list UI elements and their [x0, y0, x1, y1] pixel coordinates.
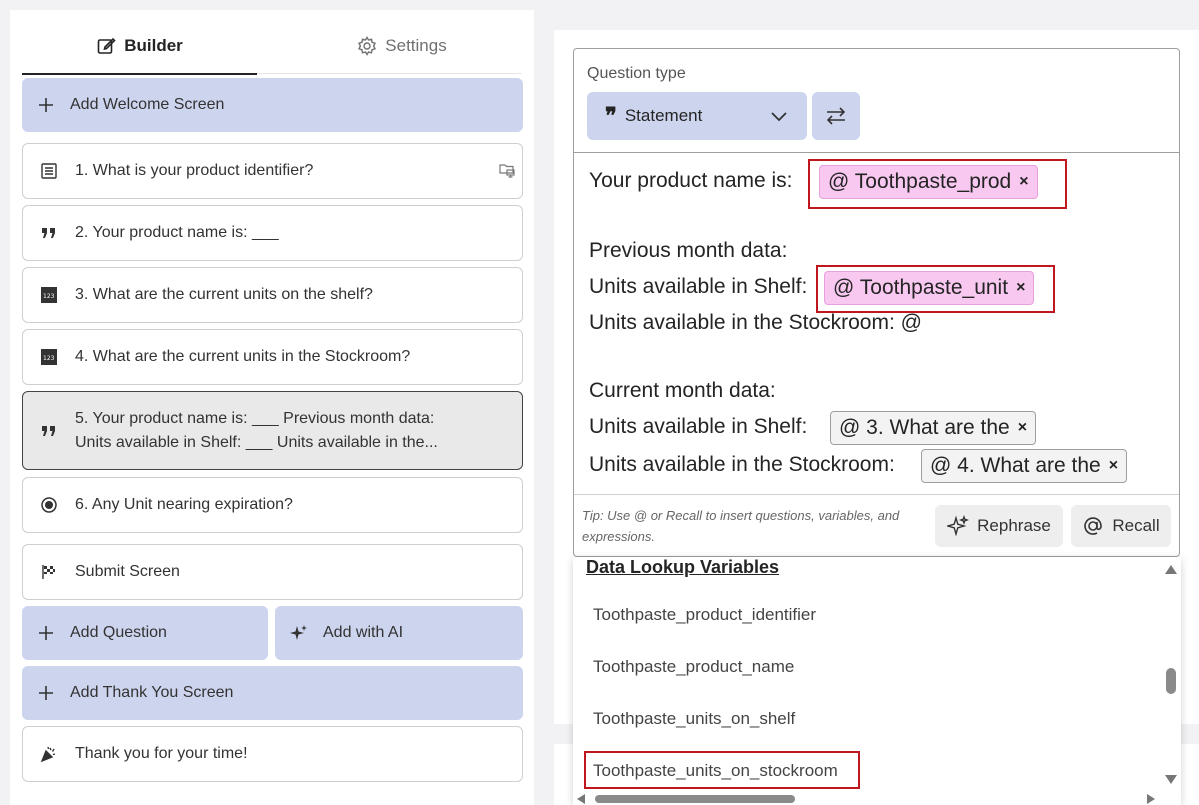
question-item-1[interactable]: 1. What is your product identifier?	[22, 143, 523, 199]
add-with-ai-label: Add with AI	[323, 624, 404, 641]
question-type-value: Statement	[624, 106, 703, 125]
remove-tag-icon[interactable]: ×	[1018, 419, 1027, 437]
thank-you-label: Thank you for your time!	[75, 745, 248, 762]
checkered-flag-icon	[23, 563, 75, 581]
scroll-up-icon[interactable]	[1165, 565, 1177, 574]
sparkle-icon	[275, 624, 323, 642]
text-line: Units available in Shelf:	[589, 415, 808, 438]
add-with-ai-button[interactable]: Add with AI	[275, 606, 523, 660]
question-reference-tag[interactable]: @ 4. What are the ×	[921, 449, 1128, 483]
question-item-3[interactable]: 123 3. What are the current units on the…	[22, 267, 523, 323]
divider	[574, 494, 1179, 495]
submit-screen-item[interactable]: Submit Screen	[22, 544, 523, 600]
text-line: Current month data:	[589, 379, 776, 402]
chevron-down-icon	[771, 112, 787, 122]
plus-icon	[22, 624, 70, 642]
text-line: Units available in the Stockroom:	[589, 453, 895, 476]
question-type-select[interactable]: ❞ Statement	[587, 92, 807, 140]
recall-label: Recall	[1112, 516, 1160, 535]
svg-text:123: 123	[43, 293, 55, 300]
tip-text: Tip: Use @ or Recall to insert questions…	[582, 508, 900, 544]
question-reference-tag[interactable]: @ 3. What are the ×	[830, 411, 1037, 445]
scroll-thumb[interactable]	[1166, 668, 1176, 694]
question-label: 2. Your product name is: ___	[75, 224, 279, 241]
add-thank-you-label: Add Thank You Screen	[70, 684, 234, 701]
highlight-box	[584, 751, 860, 789]
text-line: Your product name is:	[589, 169, 793, 192]
add-question-label: Add Question	[70, 624, 167, 641]
gear-icon	[358, 36, 377, 56]
question-label: 6. Any Unit nearing expiration?	[75, 496, 293, 513]
tab-builder[interactable]: Builder	[22, 18, 257, 75]
at-sign-icon	[1084, 517, 1103, 535]
dropdown-item[interactable]: Toothpaste_units_on_shelf	[593, 709, 795, 729]
rephrase-button[interactable]: Rephrase	[935, 505, 1063, 547]
radio-icon	[23, 496, 75, 514]
text-line: Units available in Shelf:	[589, 275, 808, 298]
scroll-left-icon[interactable]	[577, 794, 585, 804]
text-line: Previous month data:	[589, 239, 788, 262]
sparkle-icon	[947, 515, 970, 537]
statement-content-editor[interactable]: Your product name is: @ Toothpaste_prod ×…	[589, 153, 1179, 493]
add-welcome-label: Add Welcome Screen	[70, 96, 225, 113]
highlight-box	[808, 159, 1067, 209]
dropdown-item[interactable]: Toothpaste_product_name	[593, 657, 794, 677]
question-item-4[interactable]: 123 4. What are the current units in the…	[22, 329, 523, 385]
swap-arrows-icon	[826, 107, 846, 125]
question-editor: Question type ❞ Statement Your product n…	[573, 48, 1180, 557]
folder-monitor-icon[interactable]	[498, 161, 516, 179]
question-label-line1: 5. Your product name is: ___ Previous mo…	[75, 409, 435, 427]
dropdown-section-title: Data Lookup Variables	[586, 557, 780, 577]
edit-icon	[97, 37, 116, 54]
vertical-scrollbar[interactable]	[1161, 557, 1181, 791]
question-label: 5. Your product name is: ___ Previous mo…	[75, 407, 522, 455]
quote-icon: ❞	[605, 103, 617, 129]
scroll-down-icon[interactable]	[1165, 775, 1177, 784]
svg-text:123: 123	[43, 355, 55, 362]
highlight-box	[816, 265, 1055, 313]
scroll-thumb[interactable]	[595, 795, 795, 803]
builder-panel: Builder Settings Add Welcome Screen 1. W…	[10, 10, 534, 805]
question-label: 4. What are the current units in the Sto…	[75, 348, 411, 365]
recall-button[interactable]: Recall	[1071, 505, 1171, 547]
text-field-icon	[23, 162, 75, 180]
text-line: Units available in the Stockroom: @	[589, 311, 922, 334]
rephrase-label: Rephrase	[977, 516, 1051, 535]
question-item-6[interactable]: 6. Any Unit nearing expiration?	[22, 477, 523, 533]
plus-icon	[22, 684, 70, 702]
scroll-right-icon[interactable]	[1147, 794, 1155, 804]
question-item-5-selected[interactable]: 5. Your product name is: ___ Previous mo…	[22, 391, 523, 470]
tab-settings[interactable]: Settings	[282, 18, 522, 74]
thank-you-screen-item[interactable]: Thank you for your time!	[22, 726, 523, 782]
recall-dropdown: Data Lookup Variables Toothpaste_product…	[573, 557, 1181, 805]
horizontal-scrollbar[interactable]	[573, 793, 1163, 805]
tab-builder-label: Builder	[124, 35, 183, 55]
tab-bar: Builder Settings	[22, 18, 522, 75]
tab-settings-label: Settings	[385, 36, 447, 55]
question-type-label: Question type	[587, 65, 686, 82]
tag-label: @ 4. What are the	[930, 454, 1101, 477]
question-label-line2: Units available in Shelf: ___ Units avai…	[75, 433, 438, 451]
number-icon: 123	[23, 286, 75, 304]
party-popper-icon	[23, 745, 75, 763]
remove-tag-icon[interactable]: ×	[1109, 457, 1118, 475]
tag-label: @ 3. What are the	[839, 416, 1010, 439]
add-question-button[interactable]: Add Question	[22, 606, 268, 660]
question-item-2[interactable]: 2. Your product name is: ___	[22, 205, 523, 261]
question-label: 1. What is your product identifier?	[75, 162, 314, 179]
question-label: 3. What are the current units on the she…	[75, 286, 373, 303]
swap-type-button[interactable]	[812, 92, 860, 140]
add-thank-you-screen-button[interactable]: Add Thank You Screen	[22, 666, 523, 720]
quote-icon	[23, 224, 75, 242]
quote-icon	[23, 422, 75, 440]
submit-screen-label: Submit Screen	[75, 563, 180, 580]
number-icon: 123	[23, 348, 75, 366]
plus-icon	[22, 96, 70, 114]
dropdown-item[interactable]: Toothpaste_product_identifier	[593, 605, 816, 625]
add-welcome-screen-button[interactable]: Add Welcome Screen	[22, 78, 523, 132]
